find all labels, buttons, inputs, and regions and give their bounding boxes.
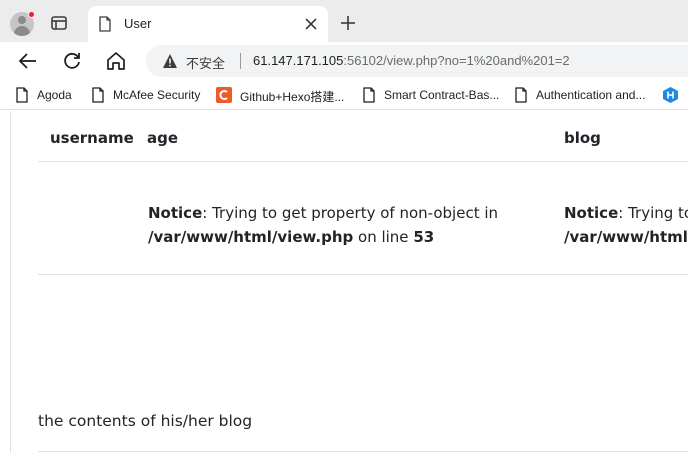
back-arrow-icon[interactable] — [17, 50, 39, 72]
tab-user[interactable]: User — [88, 6, 328, 42]
url-path: :56102/view.php?no=1%20and%201=2 — [343, 53, 570, 68]
bookmark-label: Smart Contract-Bas... — [384, 88, 500, 102]
close-icon[interactable] — [304, 17, 318, 31]
reload-icon[interactable] — [61, 50, 83, 72]
tab-title: User — [124, 16, 152, 31]
bookmark-label: McAfee Security — [113, 88, 201, 102]
bookmark-mcafee-security[interactable]: McAfee Security — [91, 86, 209, 104]
bookmarks-bar: Agoda McAfee Security Github+Hexo搭建... S… — [0, 80, 688, 110]
tab-strip: User — [0, 0, 688, 42]
c-logo-icon — [216, 87, 232, 103]
php-notice-blog: Notice: Trying to /var/www/html/ — [564, 201, 688, 249]
bookmark-github-hexo[interactable]: Github+Hexo搭建... — [216, 86, 356, 104]
table-header-divider — [38, 161, 688, 162]
bookmark-authentication[interactable]: Authentication and... — [514, 86, 654, 104]
notice-label: Notice — [148, 204, 203, 222]
page-icon — [515, 87, 527, 103]
notice-message: : Trying to get property of non-object i… — [202, 204, 499, 222]
column-header-username: username — [50, 129, 134, 147]
notice-on-line: on line — [353, 228, 414, 246]
hexagon-h-icon — [663, 87, 678, 103]
tab-actions-icon[interactable] — [50, 14, 68, 32]
table-row-divider — [38, 274, 688, 275]
home-icon[interactable] — [105, 50, 127, 72]
page-icon — [16, 87, 28, 103]
url-host: 61.147.171.105 — [253, 53, 344, 68]
page-icon — [99, 16, 111, 32]
column-header-blog: blog — [564, 129, 601, 147]
page-content: username age blog Notice: Trying to get … — [0, 111, 688, 453]
bookmark-label: Agoda — [37, 88, 72, 102]
page-icon — [92, 87, 104, 103]
blog-bottom-divider — [38, 451, 688, 452]
blog-contents-text: the contents of his/her blog — [38, 412, 253, 430]
page-left-edge — [10, 111, 11, 453]
browser-toolbar: 不安全 61.147.171.105:56102/view.php?no=1%2… — [0, 42, 688, 80]
notice-path: /var/www/html/ — [564, 228, 688, 246]
security-status-label[interactable]: 不安全 — [186, 53, 225, 72]
bookmark-agoda[interactable]: Agoda — [15, 86, 85, 104]
bookmark-label: Github+Hexo搭建... — [240, 90, 345, 104]
profile-notification-dot — [28, 11, 35, 18]
new-tab-plus-icon[interactable] — [340, 15, 356, 31]
bookmark-smart-contract[interactable]: Smart Contract-Bas... — [362, 86, 502, 104]
url-text[interactable]: 61.147.171.105:56102/view.php?no=1%20and… — [253, 53, 570, 68]
warning-triangle-icon[interactable] — [162, 53, 178, 69]
page-icon — [363, 87, 375, 103]
column-header-age: age — [147, 129, 179, 147]
notice-line-number: 53 — [413, 228, 435, 246]
bookmark-h-site[interactable] — [663, 86, 688, 104]
address-bar[interactable]: 不安全 61.147.171.105:56102/view.php?no=1%2… — [146, 45, 688, 77]
bookmark-label: Authentication and... — [536, 88, 646, 102]
notice-label: Notice — [564, 204, 619, 222]
address-divider — [240, 53, 241, 69]
php-notice-age: Notice: Trying to get property of non-ob… — [148, 201, 498, 249]
notice-path: /var/www/html/view.php — [148, 228, 354, 246]
notice-message: : Trying to — [618, 204, 688, 222]
